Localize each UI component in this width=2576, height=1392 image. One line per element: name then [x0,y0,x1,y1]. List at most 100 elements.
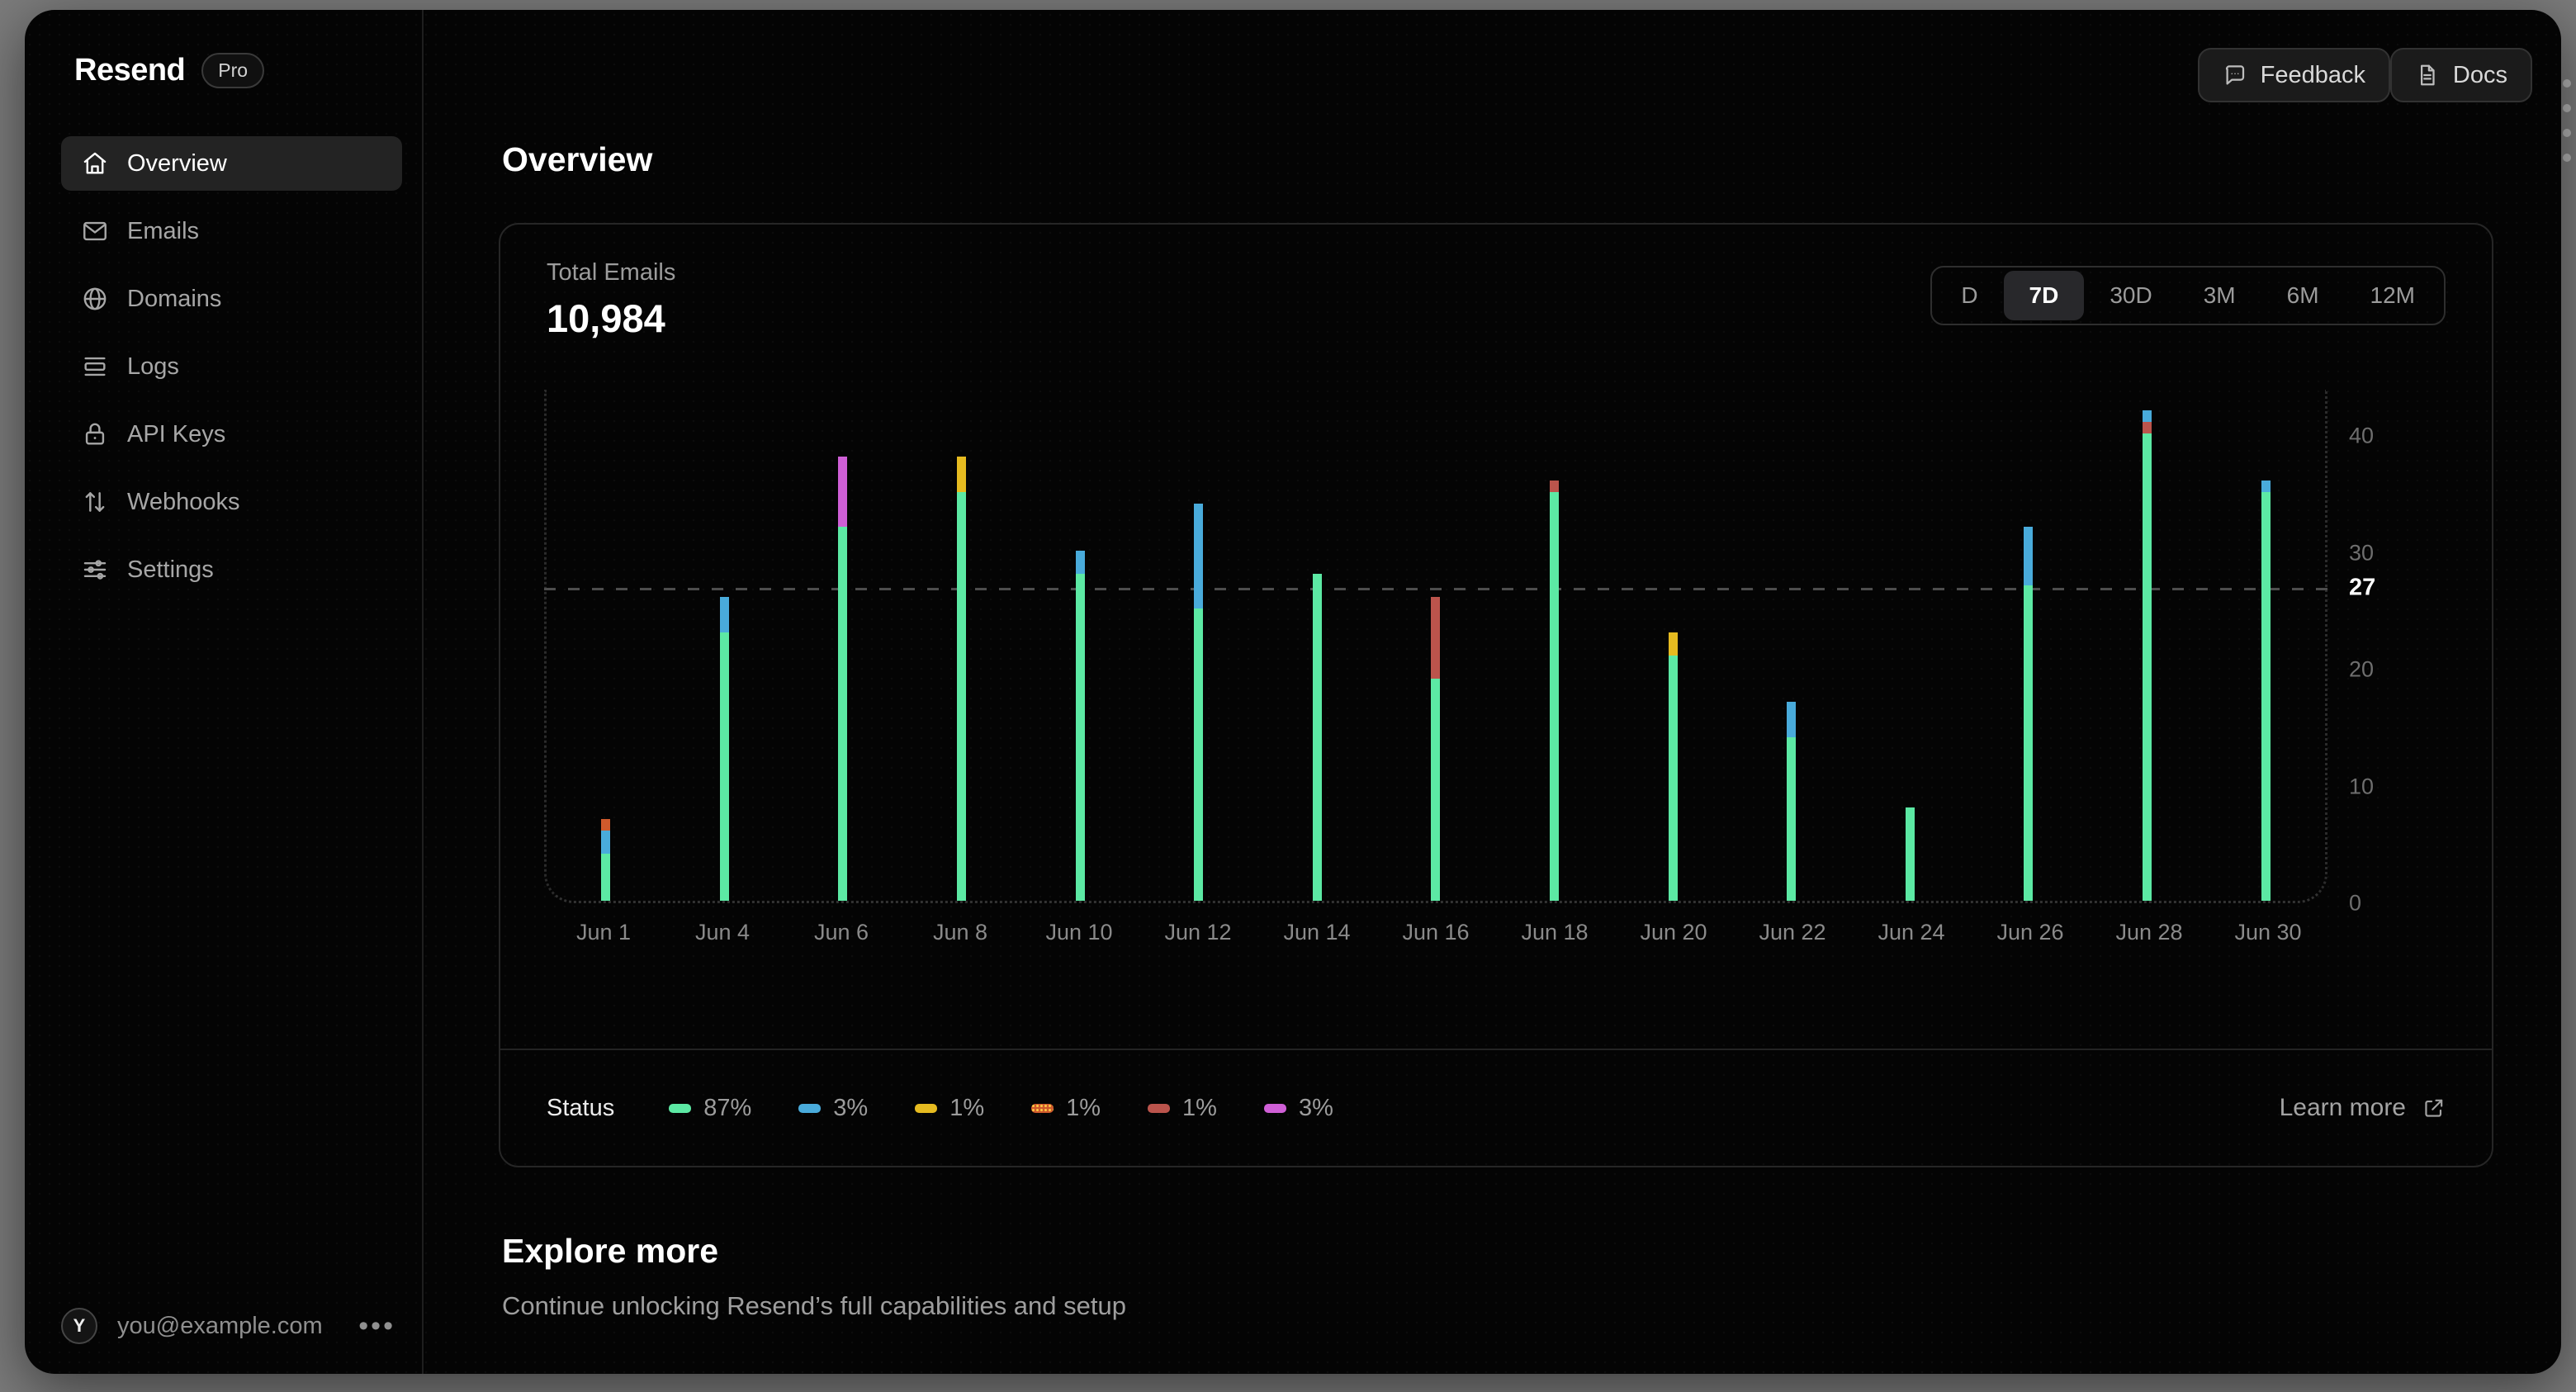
stacked-bar-jun-1[interactable] [601,818,611,901]
legend-swatch-green [669,1103,692,1113]
bar-segment-green [1787,736,1797,901]
learn-more-link[interactable]: Learn more [2280,1094,2446,1122]
stacked-bar-jun-24[interactable] [1905,807,1915,901]
bar-segment-green [2261,491,2271,901]
legend-swatch-red [1148,1103,1171,1113]
x-tick-label: Jun 16 [1402,920,1470,945]
sidebar-nav: Overview Emails Domains Logs API Keys Webhook… [61,136,402,610]
bar-cell [665,390,784,901]
plan-badge: Pro [201,53,265,88]
webhooks-icon [85,492,105,512]
range-button-30d[interactable]: 30D [2084,271,2177,320]
x-tick-label: Jun 14 [1283,920,1351,945]
x-tick-label: Jun 20 [1640,920,1707,945]
sidebar-item-label: Domains [127,285,222,312]
mail-icon [83,221,107,241]
bar-cell [1969,390,2088,901]
x-tick-label: Jun 8 [932,920,988,945]
feedback-button[interactable]: Feedback [2197,48,2390,102]
legend-swatch-yellow [915,1103,938,1113]
range-selector: D 7D 30D 3M 6M 12M [1930,266,2446,325]
home-icon [83,152,107,174]
y-tick-label: 0 [2349,890,2362,916]
bar-segment-green [1075,573,1085,901]
sidebar-item-webhooks[interactable]: Webhooks [61,475,402,529]
bar-cell [547,390,665,901]
bar-cell [1258,390,1377,901]
card-footer: Status 87% 3% 1% 1% 1% 3% Learn more [500,1049,2492,1166]
sidebar-item-emails[interactable]: Emails [61,204,402,258]
bar-chart [544,390,2337,903]
bar-segment-green [719,632,729,901]
sidebar-item-settings[interactable]: Settings [61,542,402,597]
y-tick-label: 30 [2349,540,2375,565]
range-button-3m[interactable]: 3M [2178,271,2261,320]
sidebar-item-label: Overview [127,149,227,177]
docs-button[interactable]: Docs [2389,48,2532,102]
stacked-bar-jun-30[interactable] [2261,480,2271,901]
stacked-bar-jun-14[interactable] [1312,573,1322,901]
legend-swatch-blue [798,1103,822,1113]
user-row[interactable]: Y you@example.com ••• [61,1308,402,1344]
y-tick-label: 20 [2349,656,2375,682]
bar-segment-magenta [838,457,848,528]
y-axis-labels: 0 10 20 30 40 27 [2349,390,2456,916]
metric-label: Total Emails [547,259,676,286]
sidebar-item-logs[interactable]: Logs [61,339,402,394]
legend-item-blue: 3% [798,1095,868,1122]
stacked-bar-jun-26[interactable] [2024,527,2034,901]
sidebar-item-domains[interactable]: Domains [61,272,402,326]
sidebar-item-label: API Keys [127,420,226,447]
legend-percentage: 3% [1298,1094,1333,1121]
legend-percentage: 87% [703,1094,752,1121]
bar-cell [1020,390,1139,901]
globe-icon [83,287,107,310]
range-button-d[interactable]: D [1935,271,2003,320]
bar-segment-green [1194,608,1204,901]
x-tick-label: Jun 30 [2234,920,2302,945]
x-tick-label: Jun 4 [694,920,751,945]
sidebar-item-api-keys[interactable]: API Keys [61,407,402,462]
stacked-bar-jun-18[interactable] [1550,480,1560,901]
legend-percentage: 1% [1066,1094,1101,1121]
bar-segment-blue [2261,480,2271,492]
range-button-12m[interactable]: 12M [2345,271,2441,320]
bar-segment-red [1431,597,1441,679]
x-tick-label: Jun 18 [1521,920,1589,945]
x-tick-label: Jun 1 [575,920,632,945]
chat-bubble-icon [2225,65,2244,85]
x-axis-labels: Jun 1 Jun 4 Jun 6 Jun 8 Jun 10 Jun 12 Jun 14 Ju… [544,920,2327,945]
stacked-bar-jun-6[interactable] [838,457,848,901]
stacked-bar-jun-10[interactable] [1075,550,1085,901]
user-email: you@example.com [117,1312,323,1339]
bar-segment-green [1550,491,1560,901]
logs-icon [84,357,106,376]
bar-segment-green [1312,573,1322,901]
x-tick-label: Jun 28 [2115,920,2183,945]
stacked-bar-jun-8[interactable] [957,457,967,901]
bar-cell [1376,390,1495,901]
range-button-7d[interactable]: 7D [2003,271,2085,320]
explore-title: Explore more [502,1232,719,1270]
stacked-bar-jun-28[interactable] [2143,410,2152,901]
stacked-bar-jun-12[interactable] [1194,503,1204,901]
bar-cell [1495,390,1614,901]
y-average-label: 27 [2349,574,2376,601]
bar-cell [1851,390,1970,901]
legend-percentage: 1% [949,1094,985,1121]
stacked-bar-jun-16[interactable] [1431,597,1441,901]
stacked-bar-jun-4[interactable] [719,597,729,901]
stacked-bar-jun-20[interactable] [1668,632,1678,901]
desktop-edge-dots [2559,79,2574,162]
sidebar-item-overview[interactable]: Overview [61,136,402,191]
stacked-bar-jun-22[interactable] [1787,702,1797,901]
bar-segment-blue [601,831,611,855]
settings-icon [83,560,107,580]
legend-swatch-orange [1031,1103,1054,1113]
range-button-6m[interactable]: 6M [2261,271,2345,320]
bar-segment-yellow [957,457,967,492]
ellipsis-icon[interactable]: ••• [352,1310,402,1342]
legend-title: Status [547,1094,615,1121]
page-title: Overview [502,140,653,178]
bar-segment-blue [2024,527,2034,585]
